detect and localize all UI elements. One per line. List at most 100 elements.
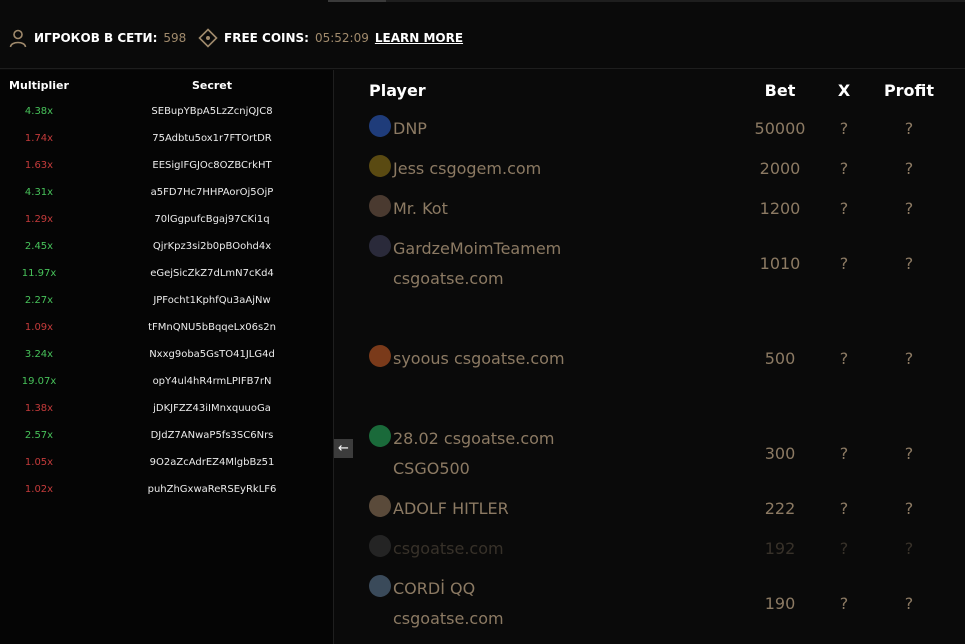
secret-value: EESigIFGJOc8OZBCrkHT	[152, 160, 272, 171]
multiplier-value: 1.29x	[24, 214, 54, 225]
user-icon	[8, 28, 28, 48]
bet-amount: 222	[764, 499, 796, 518]
bet-amount: 190	[764, 594, 796, 613]
multiplier-value: 1.05x	[24, 457, 54, 468]
bet-multiplier: ?	[839, 444, 849, 463]
history-row: 1.02x puhZhGxwaReRSEyRkLF6	[0, 477, 334, 504]
multiplier-value: 4.38x	[24, 106, 54, 117]
bets-panel: Player Bet X Profit DNP 50000?? Jess csgog…	[353, 70, 965, 644]
bet-multiplier: ?	[839, 499, 849, 518]
bet-multiplier: ?	[839, 594, 849, 613]
bet-profit: ?	[904, 199, 914, 218]
history-row: 4.31x a5FD7Hc7HHPAorOj5OjP	[0, 180, 334, 207]
player-avatar	[369, 115, 391, 137]
bet-amount: 192	[764, 539, 796, 558]
bet-row: syoous csgoatse.com 500??	[353, 345, 965, 375]
history-row: 3.24x Nxxg9oba5GsTO41JLG4d	[0, 342, 334, 369]
coin-tag-icon	[198, 28, 218, 48]
bet-multiplier: ?	[839, 349, 849, 368]
player-name: Mr. Kot	[393, 199, 448, 218]
history-row: 4.38x SEBupYBpA5LzZcnjQJC8	[0, 99, 334, 126]
learn-more-link[interactable]: LEARN MORE	[375, 31, 463, 45]
history-row: 1.38x jDKJFZZ43iIMnxquuoGa	[0, 396, 334, 423]
player-name: DNP	[393, 119, 427, 138]
player-avatar	[369, 345, 391, 367]
header-bar: ИГРОКОВ В СЕТИ: 598 FREE COINS: 05:52:09…	[0, 6, 965, 69]
player-header: Player	[369, 81, 426, 100]
multiplier-value: 19.07x	[21, 376, 57, 387]
bet-header: Bet	[764, 81, 796, 100]
multiplier-value: 1.74x	[24, 133, 54, 144]
bet-row: Jess csgogem.com 2000??	[353, 155, 965, 185]
multiplier-value: 3.24x	[24, 349, 54, 360]
history-row: 2.45x QjrKpz3si2b0pBOohd4x	[0, 234, 334, 261]
bet-amount: 2000	[759, 159, 801, 178]
player-avatar	[369, 495, 391, 517]
bet-profit: ?	[904, 594, 914, 613]
secret-value: Nxxg9oba5GsTO41JLG4d	[149, 349, 275, 360]
player-name: 28.02 csgoatse.com	[393, 429, 555, 448]
player-avatar	[369, 535, 391, 557]
multiplier-value: 1.63x	[24, 160, 54, 171]
multiplier-header: Multiplier	[9, 79, 69, 92]
secret-value: 70lGgpufcBgaj97CKi1q	[154, 214, 270, 225]
player-name: GardzeMoimTeamem	[393, 239, 562, 258]
player-name-line2: csgoatse.com	[393, 269, 504, 288]
bet-profit: ?	[904, 499, 914, 518]
multiplier-value: 2.27x	[24, 295, 54, 306]
top-border-accent	[328, 0, 386, 2]
player-name: csgoatse.com	[393, 539, 504, 558]
bet-amount: 500	[764, 349, 796, 368]
bet-amount: 300	[764, 444, 796, 463]
secret-value: opY4ul4hR4rmLPIFB7rN	[152, 376, 272, 387]
bet-multiplier: ?	[839, 254, 849, 273]
bet-profit: ?	[904, 119, 914, 138]
bet-profit: ?	[904, 444, 914, 463]
online-count: 598	[163, 31, 187, 45]
secret-value: eGejSicZkZ7dLmN7cKd4	[150, 268, 274, 279]
bet-amount: 1010	[759, 254, 801, 273]
bet-amount: 1200	[759, 199, 801, 218]
secret-value: 9O2aZcAdrEZ4MlgbBz51	[149, 457, 275, 468]
player-avatar	[369, 155, 391, 177]
player-name: ADOLF HITLER	[393, 499, 509, 518]
secret-value: JPFocht1KphfQu3aAjNw	[153, 295, 271, 306]
bet-multiplier: ?	[839, 539, 849, 558]
history-row: 1.05x 9O2aZcAdrEZ4MlgbBz51	[0, 450, 334, 477]
multiplier-value: 2.57x	[24, 430, 54, 441]
secret-value: SEBupYBpA5LzZcnjQJC8	[151, 106, 273, 117]
bet-row: csgoatse.com 192??	[353, 535, 965, 565]
online-label: ИГРОКОВ В СЕТИ:	[34, 31, 158, 45]
player-avatar	[369, 195, 391, 217]
secret-header: Secret	[191, 79, 233, 92]
free-coins-label: FREE COINS:	[224, 31, 309, 45]
bet-row: CORDİ QQ csgoatse.com 190??	[353, 575, 965, 635]
player-name-line2: CSGO500	[393, 459, 470, 478]
bet-multiplier: ?	[839, 119, 849, 138]
player-name-line2: csgoatse.com	[393, 609, 504, 628]
secret-value: tFMnQNU5bBqqeLx06s2n	[148, 322, 276, 333]
multiplier-value: 11.97x	[21, 268, 57, 279]
bet-row: GardzeMoimTeamem csgoatse.com 1010??	[353, 235, 965, 305]
history-row: 19.07x opY4ul4hR4rmLPIFB7rN	[0, 369, 334, 396]
secret-value: DJdZ7ANwaP5fs3SC6Nrs	[150, 430, 274, 441]
multiplier-value: 1.02x	[24, 484, 54, 495]
secret-value: a5FD7Hc7HHPAorOj5OjP	[150, 187, 274, 198]
bet-row: DNP 50000??	[353, 115, 965, 145]
secret-value: puhZhGxwaReRSEyRkLF6	[147, 484, 277, 495]
multiplier-value: 1.38x	[24, 403, 54, 414]
free-coins-timer: 05:52:09	[314, 31, 369, 45]
bet-row: Mr. Kot 1200??	[353, 195, 965, 225]
secret-value: jDKJFZZ43iIMnxquuoGa	[153, 403, 271, 414]
history-row: 1.63x EESigIFGJOc8OZBCrkHT	[0, 153, 334, 180]
history-row: 11.97x eGejSicZkZ7dLmN7cKd4	[0, 261, 334, 288]
bet-row: ADOLF HITLER 222??	[353, 495, 965, 525]
bet-profit: ?	[904, 349, 914, 368]
collapse-panel-button[interactable]: ←	[334, 439, 353, 458]
history-row: 1.29x 70lGgpufcBgaj97CKi1q	[0, 207, 334, 234]
player-avatar	[369, 425, 391, 447]
online-stat: ИГРОКОВ В СЕТИ: 598	[8, 28, 186, 48]
bet-row: 28.02 csgoatse.com CSGO500 300??	[353, 425, 965, 485]
player-name: syoous csgoatse.com	[393, 349, 565, 368]
player-name: Jess csgogem.com	[393, 159, 542, 178]
